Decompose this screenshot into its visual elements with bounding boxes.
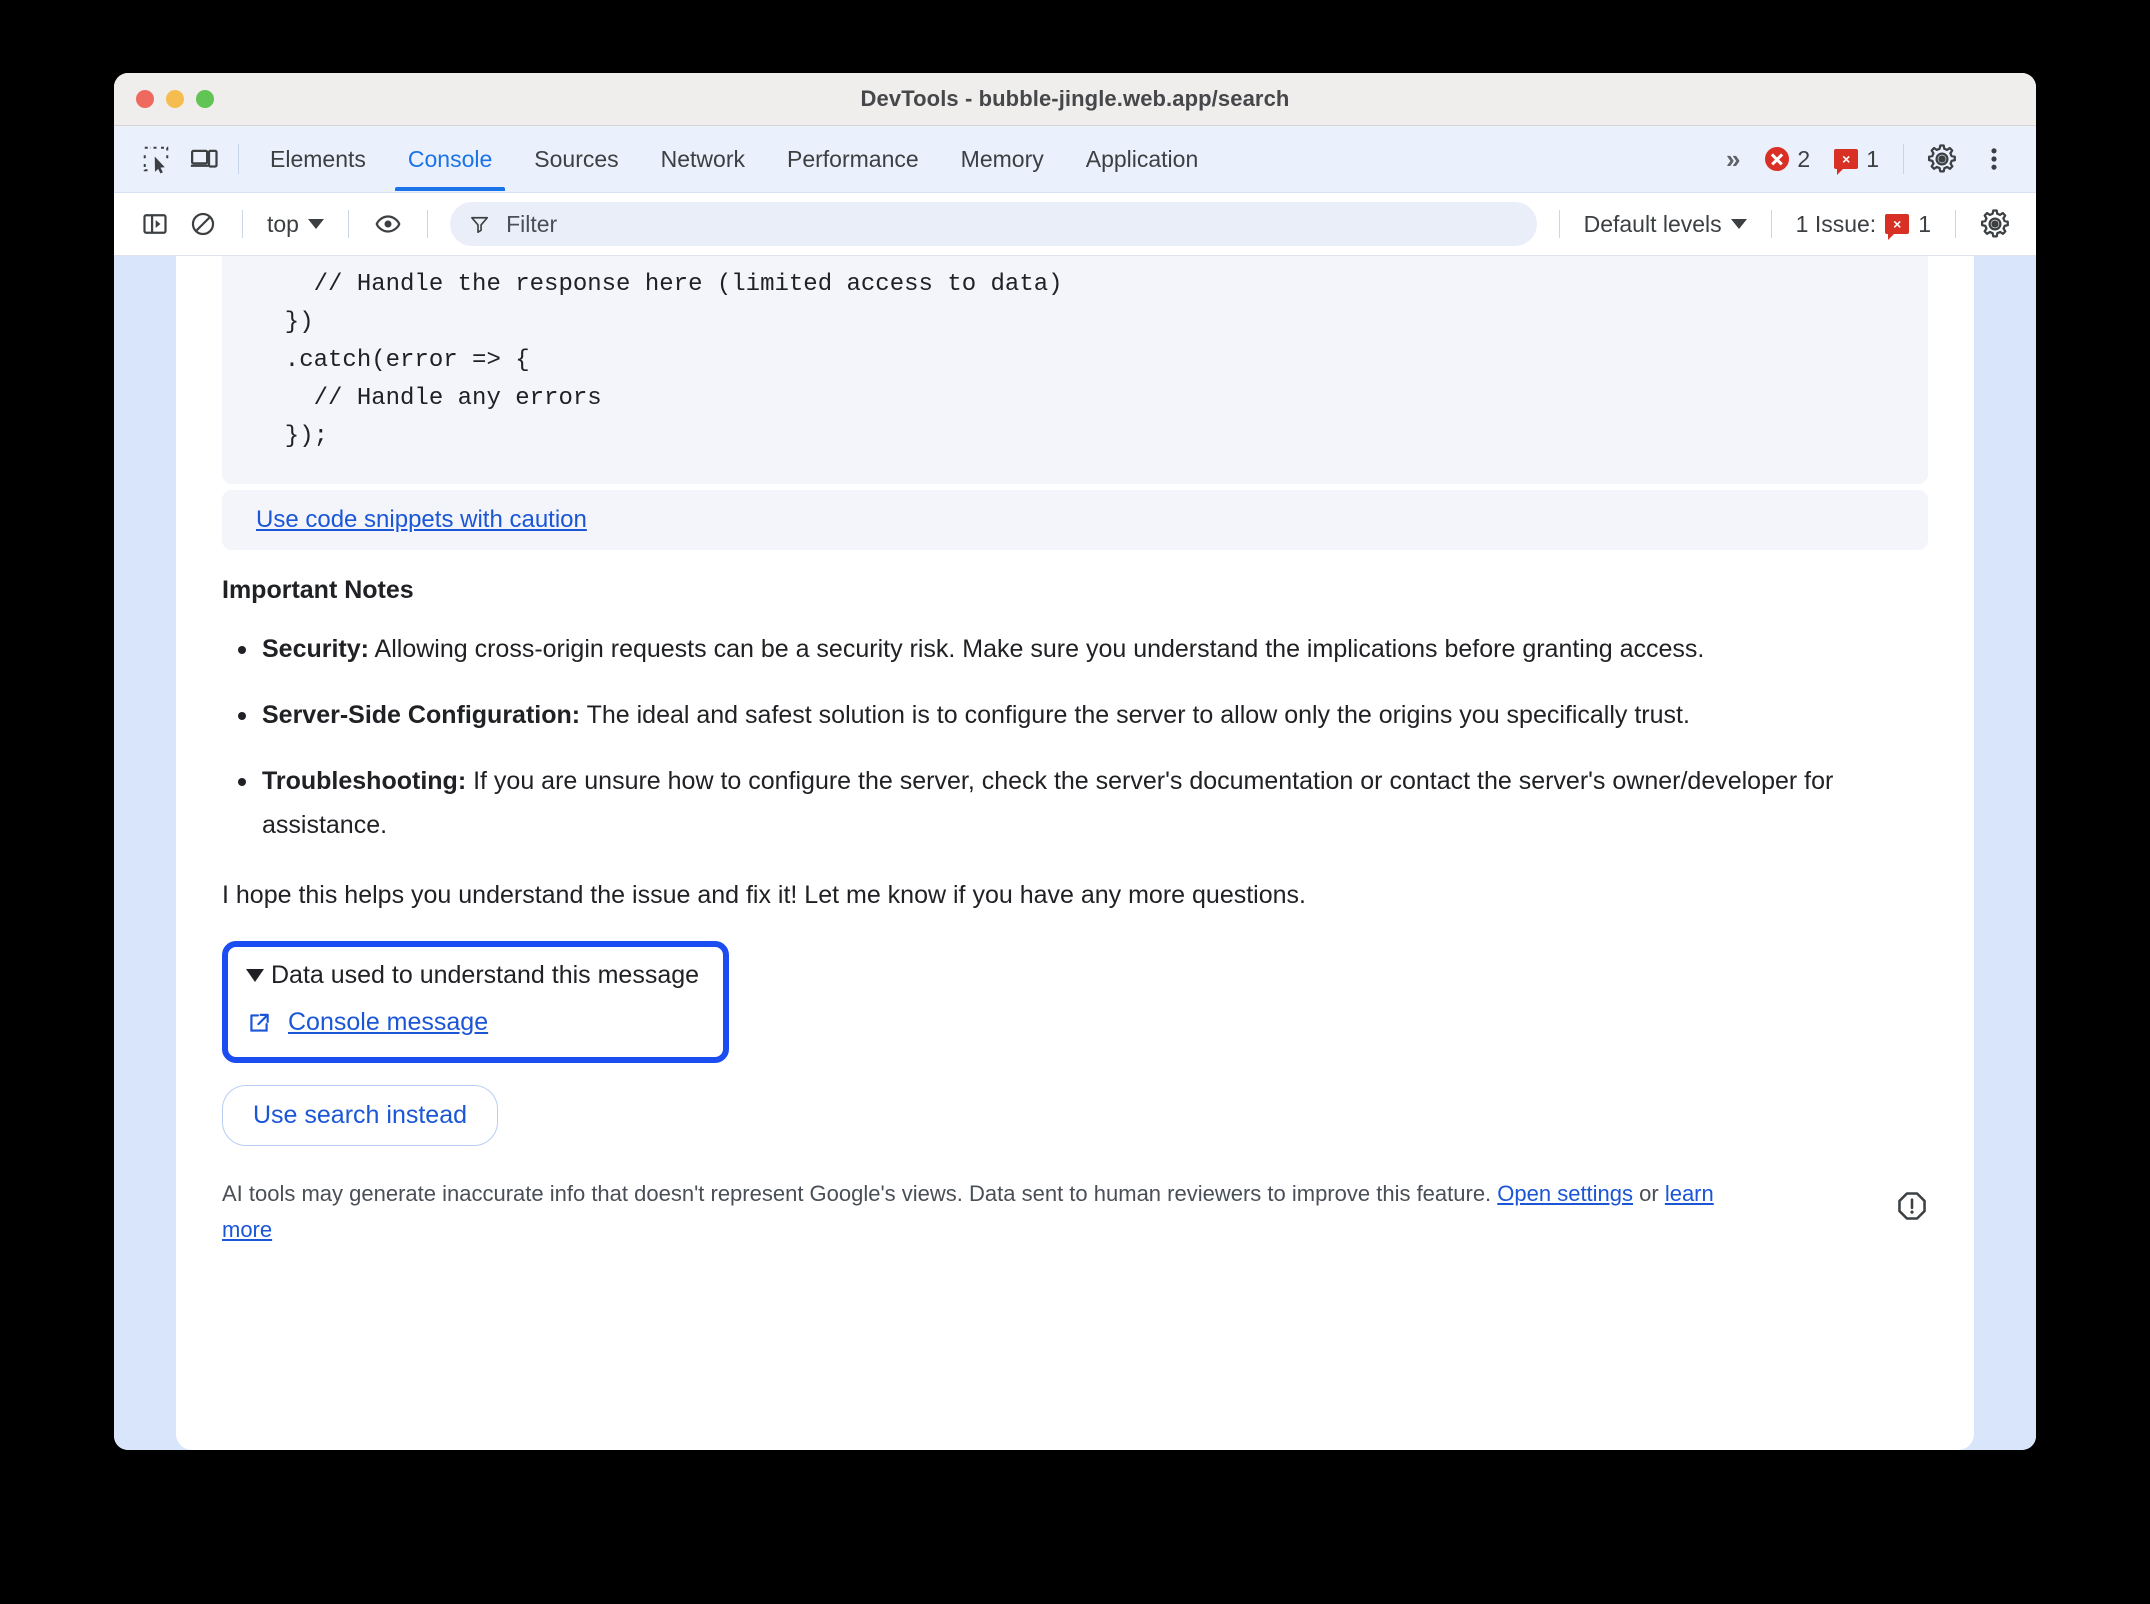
issues-label: 1 Issue: xyxy=(1795,210,1877,237)
toolbar-divider-6 xyxy=(1955,210,1956,238)
error-circle-icon xyxy=(1765,147,1790,171)
filter-funnel-icon xyxy=(471,216,489,233)
tab-elements[interactable]: Elements xyxy=(249,127,387,191)
kebab-menu-icon[interactable] xyxy=(1970,135,2018,183)
execution-context-label: top xyxy=(267,210,299,237)
warning-count-indicator[interactable]: × 1 xyxy=(1824,145,1889,175)
triangle-down-icon xyxy=(246,969,264,982)
toolbar-divider-2 xyxy=(347,210,349,238)
ai-disclaimer-text: AI tools may generate inaccurate info th… xyxy=(222,1176,1732,1248)
log-levels-selector[interactable]: Default levels xyxy=(1576,211,1755,238)
data-used-summary-label: Data used to understand this message xyxy=(271,961,700,989)
devtools-tabbar: Elements Console Sources Network Perform… xyxy=(114,126,2036,193)
data-used-highlight-box[interactable]: Data used to understand this message Con… xyxy=(222,941,730,1063)
tab-sources[interactable]: Sources xyxy=(513,127,639,191)
tab-network[interactable]: Network xyxy=(640,127,766,191)
console-message-link[interactable]: Console message xyxy=(288,1008,488,1037)
code-snippet: // Handle the response here (limited acc… xyxy=(222,256,1928,484)
code-caution-link[interactable]: Use code snippets with caution xyxy=(256,506,587,533)
live-expression-eye-icon[interactable] xyxy=(365,201,411,247)
error-count-indicator[interactable]: 2 xyxy=(1755,146,1820,173)
tabbar-right-divider xyxy=(1903,144,1904,174)
open-settings-link[interactable]: Open settings xyxy=(1497,1181,1633,1206)
list-item: Server-Side Configuration: The ideal and… xyxy=(238,693,1928,737)
toolbar-divider-4 xyxy=(1558,210,1560,238)
tab-performance[interactable]: Performance xyxy=(766,127,940,191)
console-toolbar: top Default levels 1 Issue: × 1 xyxy=(114,193,2036,256)
issues-count: 1 xyxy=(1918,210,1931,237)
device-toolbar-icon[interactable] xyxy=(180,135,228,183)
sidebar-toggle-icon[interactable] xyxy=(132,201,178,247)
warning-count-value: 1 xyxy=(1866,145,1879,172)
note-text: If you are unsure how to configure the s… xyxy=(262,767,1834,839)
warning-octagon-icon[interactable] xyxy=(1896,1190,1928,1227)
toolbar-divider-1 xyxy=(242,210,243,238)
ai-assistance-message-card: // Handle the response here (limited acc… xyxy=(176,256,1974,1450)
tab-memory[interactable]: Memory xyxy=(940,127,1065,191)
code-caution-bar: Use code snippets with caution xyxy=(222,490,1928,550)
note-term: Troubleshooting: xyxy=(262,767,467,795)
log-levels-label: Default levels xyxy=(1583,210,1722,237)
issues-indicator[interactable]: 1 Issue: × 1 xyxy=(1788,210,1939,240)
note-term: Server-Side Configuration: xyxy=(262,701,581,729)
console-settings-gear-icon[interactable] xyxy=(1972,201,2018,247)
tab-console[interactable]: Console xyxy=(387,127,513,191)
disclaimer-middle: or xyxy=(1633,1181,1665,1206)
list-item: Troubleshooting: If you are unsure how t… xyxy=(238,759,1928,847)
gear-icon[interactable] xyxy=(1918,135,1966,183)
issue-bubble-icon: × xyxy=(1834,149,1859,175)
external-link-icon xyxy=(250,1013,269,1032)
filter-input[interactable] xyxy=(504,209,1519,239)
window-titlebar: DevTools - bubble-jingle.web.app/search xyxy=(114,73,2036,126)
data-used-summary[interactable]: Data used to understand this message xyxy=(246,961,699,990)
toolbar-divider-5 xyxy=(1770,210,1772,238)
issue-bubble-icon-toolbar: × xyxy=(1885,214,1910,240)
tab-application[interactable]: Application xyxy=(1065,127,1220,191)
clear-console-icon[interactable] xyxy=(180,201,226,247)
more-tabs-icon[interactable]: » xyxy=(1712,144,1751,175)
note-text: Allowing cross-origin requests can be a … xyxy=(368,635,1705,663)
disclaimer-part1: AI tools may generate inaccurate info th… xyxy=(222,1181,1498,1206)
tabbar-divider xyxy=(238,144,239,174)
chevron-down-icon xyxy=(307,219,324,229)
use-search-instead-button[interactable]: Use search instead xyxy=(222,1085,499,1146)
error-count-value: 2 xyxy=(1797,145,1811,172)
closing-paragraph: I hope this helps you understand the iss… xyxy=(222,881,1306,909)
window-title: DevTools - bubble-jingle.web.app/search xyxy=(860,86,1290,111)
inspect-element-icon[interactable] xyxy=(132,135,180,183)
data-used-link-row[interactable]: Console message xyxy=(246,1008,699,1037)
ai-disclaimer: AI tools may generate inaccurate info th… xyxy=(222,1176,1928,1248)
list-item: Security: Allowing cross-origin requests… xyxy=(238,627,1928,671)
execution-context-selector[interactable]: top xyxy=(259,211,332,238)
note-text: The ideal and safest solution is to conf… xyxy=(580,701,1690,729)
console-message-area: // Handle the response here (limited acc… xyxy=(114,256,2036,1450)
important-notes-list: Security: Allowing cross-origin requests… xyxy=(222,627,1928,847)
chevron-down-icon-levels xyxy=(1730,219,1747,229)
toolbar-divider-3 xyxy=(426,210,428,238)
filter-input-wrapper[interactable] xyxy=(449,202,1537,246)
important-notes-heading: Important Notes xyxy=(222,576,414,604)
note-term: Security: xyxy=(262,635,369,663)
devtools-window: DevTools - bubble-jingle.web.app/search … xyxy=(114,73,2036,1450)
